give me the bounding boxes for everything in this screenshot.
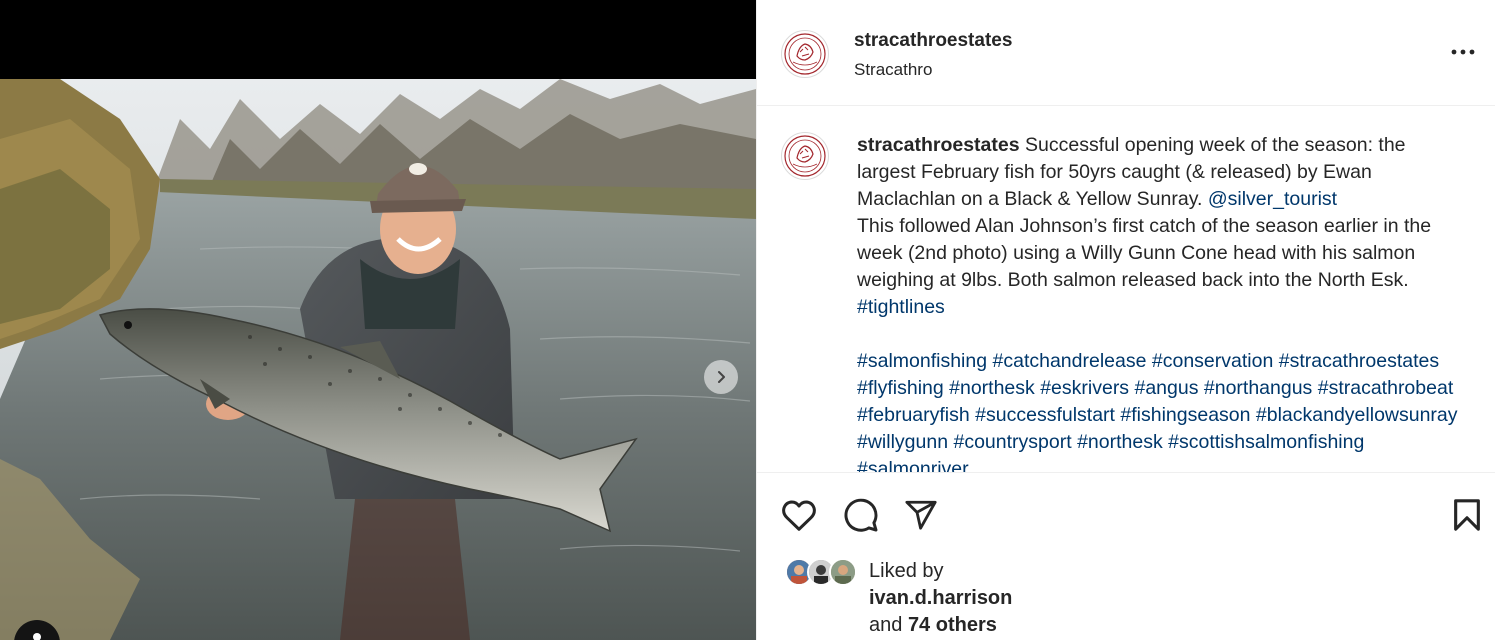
post-photo[interactable]: [0, 79, 756, 640]
hashtag-link[interactable]: #fishingseason: [1120, 404, 1250, 426]
likes-section: Liked by ivan.d.harrison and 74 others: [757, 553, 1495, 640]
next-photo-button[interactable]: [704, 360, 738, 394]
comment-icon: [844, 498, 878, 532]
save-button[interactable]: [1447, 495, 1487, 535]
liker-avatar[interactable]: [829, 558, 857, 586]
hashtag-link[interactable]: #successfulstart: [975, 404, 1115, 426]
liked-by-prefix: Liked by: [869, 560, 944, 582]
liked-by-and: and: [869, 614, 903, 636]
action-bar: [757, 473, 1495, 553]
salmon-catch-photo: [0, 79, 756, 640]
avatar: [831, 560, 855, 584]
post-header: stracathroestates Stracathro: [757, 0, 1495, 106]
comment-button[interactable]: [841, 495, 881, 535]
hashtag-link[interactable]: #blackandyellowsunray: [1256, 404, 1458, 426]
post-media: [0, 0, 756, 640]
caption-mention[interactable]: @silver_tourist: [1208, 188, 1337, 210]
post-caption: stracathroestates Successful opening wee…: [857, 132, 1467, 472]
post-location[interactable]: Stracathro: [854, 60, 932, 80]
estate-crest-logo: [784, 33, 826, 75]
more-horizontal-icon: [1451, 49, 1475, 55]
hashtag-link[interactable]: #salmonriver: [857, 458, 969, 472]
likes-count-link[interactable]: 74 others: [908, 614, 997, 636]
caption-avatar[interactable]: [781, 132, 829, 180]
like-button[interactable]: [779, 495, 819, 535]
comments-section[interactable]: stracathroestates Successful opening wee…: [757, 106, 1495, 473]
caption-username[interactable]: stracathroestates: [857, 134, 1020, 156]
hashtag-link[interactable]: #angus: [1134, 377, 1198, 399]
heart-icon: [782, 500, 816, 531]
hashtag-link[interactable]: #willygunn: [857, 431, 948, 453]
post-username[interactable]: stracathroestates: [854, 30, 1012, 52]
hashtag-link[interactable]: #tightlines: [857, 296, 945, 318]
send-icon: [905, 500, 937, 530]
hashtag-link[interactable]: #stracathrobeat: [1318, 377, 1454, 399]
liked-by-user[interactable]: ivan.d.harrison: [869, 587, 1012, 609]
hashtag-link[interactable]: #northesk: [1077, 431, 1163, 453]
hashtag-link[interactable]: #scottishsalmonfishing: [1168, 431, 1364, 453]
hashtag-link[interactable]: #eskrivers: [1040, 377, 1129, 399]
hashtag-link[interactable]: #salmonfishing: [857, 350, 987, 372]
hashtag-link[interactable]: #conservation: [1152, 350, 1273, 372]
hashtag-list: #salmonfishing #catchandrelease #conserv…: [857, 350, 1463, 472]
hashtag-link[interactable]: #flyfishing: [857, 377, 944, 399]
hashtag-link[interactable]: #countrysport: [953, 431, 1071, 453]
share-button[interactable]: [901, 495, 941, 535]
profile-avatar[interactable]: [781, 30, 829, 78]
hashtag-link[interactable]: #stracathroestates: [1279, 350, 1439, 372]
hashtag-link[interactable]: #northesk: [949, 377, 1035, 399]
hashtag-link[interactable]: #northangus: [1204, 377, 1312, 399]
post-details-panel: stracathroestates Stracathro stracathroe…: [756, 0, 1495, 640]
bookmark-icon: [1454, 499, 1480, 531]
hashtag-link[interactable]: #februaryfish: [857, 404, 970, 426]
hashtag-link[interactable]: #catchandrelease: [993, 350, 1147, 372]
estate-crest-logo: [784, 135, 826, 177]
chevron-right-icon: [718, 371, 725, 383]
more-options-button[interactable]: [1448, 40, 1478, 64]
liked-by-text: Liked by ivan.d.harrison and 74 others: [869, 558, 1012, 639]
caption-text-2: This followed Alan Johnson’s first catch…: [857, 215, 1432, 291]
